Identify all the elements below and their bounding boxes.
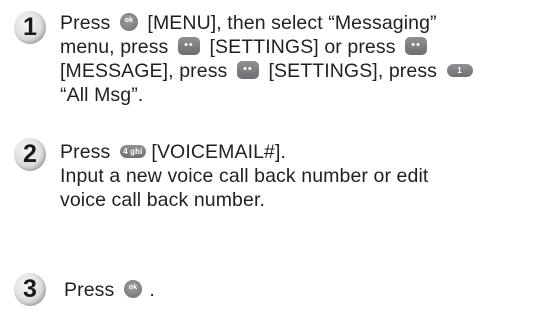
step-text-part: [MESSAGE], press [60,60,228,82]
step-text-part: . [149,279,155,301]
ok-key-icon [119,13,138,31]
step-text-part: [SETTINGS], press [268,60,438,82]
step-text-part: voice call back number. [60,189,265,211]
step-text-part: [SETTINGS] or press [209,36,396,58]
step-number-badge: 2 [14,138,46,171]
step-line: menu, press [SETTINGS] or press [60,35,536,59]
step-text-part: [VOICEMAIL#]. [151,141,287,163]
step-number: 2 [23,140,37,168]
step-number: 1 [23,13,37,41]
step-text-part: Input a new voice call back number or ed… [60,165,429,187]
step-text-part: “All Msg”. [60,84,144,106]
step-text: Press 4 ghi [VOICEMAIL#]. Input a new vo… [60,140,536,212]
step-line: Input a new voice call back number or ed… [60,164,536,188]
step-text-part: menu, press [60,36,169,58]
step-number-badge: 1 [14,11,46,44]
step-text: Press . [64,278,536,302]
step-number: 3 [23,275,37,303]
soft-key-icon [405,37,428,55]
step-line: [MESSAGE], press [SETTINGS], press 1 [60,59,536,83]
step-text-part: Press [60,12,111,34]
step-line: Press 4 ghi [VOICEMAIL#]. [60,140,536,164]
soft-key-icon [177,37,200,55]
step-text-part: [MENU], then select “Messaging” [147,12,437,34]
step-number-badge: 3 [14,273,46,306]
key-label: 1 [457,66,462,75]
ok-key-icon [123,280,142,298]
step-line: voice call back number. [60,188,536,212]
soft-key-icon [236,61,259,79]
step-text-part: Press [60,141,111,163]
step-text: Press [MENU], then select “Messaging” me… [60,11,536,107]
step-line: “All Msg”. [60,83,536,107]
step-line: Press . [64,278,536,302]
step-line: Press [MENU], then select “Messaging” [60,11,536,35]
number-key-icon: 1 [446,64,473,77]
number-key-icon: 4 ghi [119,145,146,158]
step-text-part: Press [64,279,115,301]
key-label: 4 ghi [123,147,143,156]
